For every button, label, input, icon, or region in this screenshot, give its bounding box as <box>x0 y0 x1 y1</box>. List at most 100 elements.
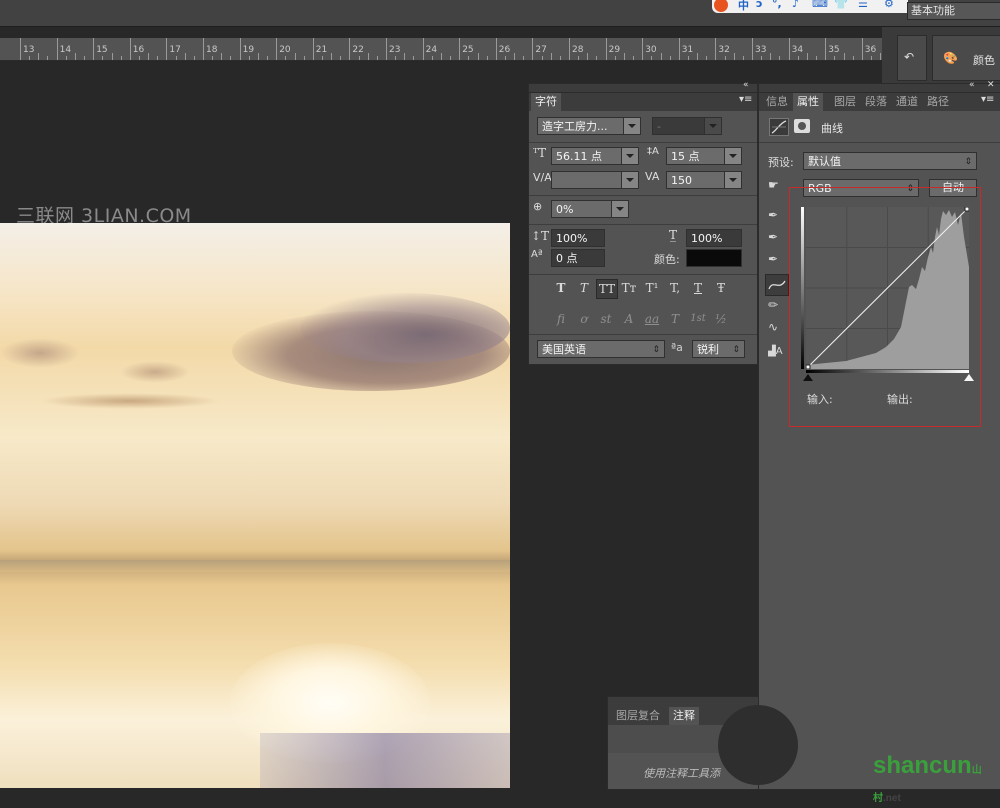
fractions-button[interactable]: ½ <box>711 310 731 328</box>
ruler-label: 24 <box>425 45 438 55</box>
curves-adjustment-icon <box>769 118 789 136</box>
old-style-button[interactable]: ơ <box>574 310 594 328</box>
tab-layer-comps[interactable]: 图层复合 <box>612 707 664 725</box>
tab-paragraph[interactable]: 段落 <box>861 93 891 111</box>
font-size-input[interactable]: 56.11 点 <box>551 147 639 165</box>
text-color-swatch[interactable] <box>686 249 742 267</box>
ruler-minor-tick <box>806 53 808 60</box>
stylistic-alternates-button[interactable]: aa <box>642 310 662 328</box>
notes-panel: 图层复合 注释 使用注释工具添 <box>607 696 798 790</box>
tsume-input[interactable]: 0% <box>551 200 629 218</box>
ruler-label: 27 <box>535 45 547 55</box>
ruler-minor-tick <box>477 53 479 60</box>
ruler-minor-tick <box>376 56 378 60</box>
kerning-input[interactable] <box>551 171 639 189</box>
faux-italic-button[interactable]: T <box>574 279 594 297</box>
ruler-major-tick <box>605 38 607 60</box>
curve-edit-points-tool[interactable] <box>765 274 789 296</box>
ruler-minor-tick <box>294 53 296 60</box>
ruler-label: 17 <box>169 45 181 55</box>
horizontal-scale-input[interactable]: 100% <box>686 229 742 247</box>
panel-close-icon[interactable]: ✕ <box>987 80 995 90</box>
panel-collapse-icon[interactable]: « <box>969 80 975 90</box>
clipping-warning-icon[interactable]: ▟A <box>768 346 783 357</box>
vertical-scale-input[interactable]: 100% <box>551 229 605 247</box>
ime-toolbar[interactable]: 中 ɔ °, ♪ ⌨ 👕 ☰ ⚙ <box>712 0 908 13</box>
ruler-minor-tick <box>596 56 598 60</box>
mask-icon[interactable] <box>794 119 810 133</box>
ruler-minor-tick <box>148 53 150 60</box>
ruler-label: 22 <box>352 45 364 55</box>
color-dock-button[interactable]: 🎨 颜色 <box>932 35 1000 81</box>
panel-menu-icon[interactable]: ▾≡ <box>739 94 752 105</box>
ruler-minor-tick <box>84 56 86 60</box>
tab-info[interactable]: 信息 <box>762 93 792 111</box>
superscript-button[interactable]: T¹ <box>642 279 662 297</box>
curve-points-icon <box>768 280 786 290</box>
font-style-select[interactable]: - <box>652 117 722 135</box>
leading-input[interactable]: 15 点 <box>666 147 742 165</box>
ruler-minor-tick <box>74 53 76 60</box>
ime-punctuation-icon[interactable]: °, <box>772 0 782 10</box>
underline-button[interactable]: T <box>688 279 708 297</box>
history-dock-button[interactable]: ↶ <box>897 35 927 81</box>
ruler-minor-tick <box>843 53 845 60</box>
tab-paths[interactable]: 路径 <box>923 93 953 111</box>
tab-notes[interactable]: 注释 <box>669 707 699 725</box>
smooth-curve-icon[interactable]: ∿ <box>768 320 778 334</box>
ruler-major-tick <box>239 38 241 60</box>
tab-layers[interactable]: 图层 <box>830 93 860 111</box>
black-point-eyedropper-icon[interactable]: ✒ <box>768 208 778 222</box>
panel-collapse-icon[interactable]: « <box>743 80 749 90</box>
ruler-major-tick <box>20 38 21 60</box>
ime-chinese-mode-icon[interactable]: 中 <box>738 0 749 13</box>
opentype-buttons: fi ơ st A aa T 1st ½ <box>551 310 741 328</box>
ruler-major-tick <box>532 38 534 60</box>
ruler-minor-tick <box>440 53 442 60</box>
pencil-draw-icon[interactable]: ✏ <box>768 298 778 312</box>
panel-menu-icon[interactable]: ▾≡ <box>981 94 994 105</box>
ime-voice-icon[interactable]: ♪ <box>792 0 799 10</box>
ruler-minor-tick <box>779 56 781 60</box>
ruler-minor-tick <box>431 56 433 60</box>
ruler-minor-tick <box>587 53 589 60</box>
ordinals-button[interactable]: 1st <box>688 310 708 328</box>
strikethrough-button[interactable]: Ŧ <box>711 279 731 297</box>
ime-skin-icon[interactable]: 👕 <box>834 0 848 10</box>
white-point-eyedropper-icon[interactable]: ✒ <box>768 252 778 266</box>
ruler-minor-tick <box>623 53 625 60</box>
ruler-minor-tick <box>413 56 415 60</box>
gray-point-eyedropper-icon[interactable]: ✒ <box>768 230 778 244</box>
ime-settings-icon[interactable]: ⚙ <box>884 0 894 10</box>
swash-button[interactable]: A <box>619 310 639 328</box>
baseline-shift-input[interactable]: 0 点 <box>551 249 605 267</box>
small-caps-button[interactable]: Tт <box>619 279 639 297</box>
ruler-minor-tick <box>486 56 488 60</box>
font-family-select[interactable]: 造字工房力... <box>537 117 641 135</box>
discretionary-ligatures-button[interactable]: st <box>596 310 616 328</box>
preset-select[interactable]: 默认值 ⇕ <box>803 152 977 170</box>
ruler-label: 25 <box>462 45 474 55</box>
ruler-major-tick <box>752 38 753 60</box>
ruler-major-tick <box>495 38 497 60</box>
faux-bold-button[interactable]: T <box>551 279 571 297</box>
ruler-minor-tick <box>257 53 259 60</box>
ime-keyboard-icon[interactable]: ⌨ <box>812 0 828 10</box>
sunset-photo <box>0 223 510 788</box>
target-adjust-hand-icon[interactable]: ☛ <box>768 178 779 192</box>
titling-button[interactable]: T <box>665 310 685 328</box>
subscript-button[interactable]: T, <box>665 279 685 297</box>
ruler-minor-tick <box>523 56 525 60</box>
workspace-switcher[interactable]: 基本功能 <box>907 2 1000 20</box>
tab-character[interactable]: 字符 <box>531 93 561 111</box>
ligatures-button[interactable]: fi <box>551 310 571 328</box>
antialias-select[interactable]: 锐利 ⇕ <box>692 340 745 358</box>
language-select[interactable]: 美国英语 ⇕ <box>537 340 665 358</box>
ime-menu-icon[interactable]: ☰ <box>858 0 868 10</box>
tab-properties[interactable]: 属性 <box>793 93 823 111</box>
all-caps-button[interactable]: TT <box>596 279 618 299</box>
ruler-minor-tick <box>578 56 580 60</box>
tab-channels[interactable]: 通道 <box>892 93 922 111</box>
ime-moon-icon[interactable]: ɔ <box>756 0 763 10</box>
tracking-input[interactable]: 150 <box>666 171 742 189</box>
